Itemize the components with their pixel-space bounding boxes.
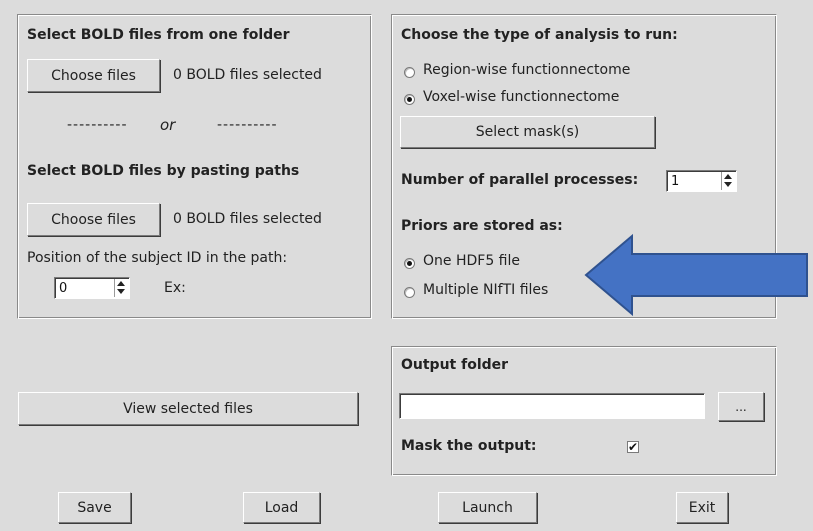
save-button[interactable]: Save — [58, 492, 131, 523]
parallel-processes-value: 1 — [671, 173, 680, 189]
hdf5-radio[interactable] — [404, 258, 415, 269]
launch-button[interactable]: Launch — [438, 492, 537, 523]
spin-down-icon[interactable] — [117, 289, 125, 294]
parallel-processes-spinbox[interactable]: 1 — [666, 170, 737, 192]
voxel-wise-radio[interactable] — [404, 94, 415, 105]
view-selected-files-button[interactable]: View selected files — [18, 392, 358, 425]
annotation-arrow-icon — [584, 233, 808, 317]
separator-left: ---------- — [67, 117, 128, 133]
parallel-spin-arrows[interactable] — [721, 172, 734, 190]
mask-output-label: Mask the output: — [401, 438, 537, 454]
output-folder-title: Output folder — [401, 357, 509, 373]
files-selected-count-paths: 0 BOLD files selected — [173, 211, 322, 227]
files-selected-count-folder: 0 BOLD files selected — [173, 67, 322, 83]
priors-storage-title: Priors are stored as: — [401, 218, 563, 234]
hdf5-label[interactable]: One HDF5 file — [423, 253, 520, 269]
subject-id-position-label: Position of the subject ID in the path: — [27, 250, 288, 266]
choose-files-folder-button[interactable]: Choose files — [27, 59, 160, 92]
select-mask-button[interactable]: Select mask(s) — [400, 116, 655, 148]
load-button[interactable]: Load — [243, 492, 320, 523]
region-wise-radio[interactable] — [404, 67, 415, 78]
output-folder-path-field[interactable] — [399, 393, 705, 419]
mask-output-checkbox[interactable]: ✔ — [627, 441, 639, 453]
section-title-paths: Select BOLD files by pasting paths — [27, 163, 300, 179]
analysis-type-title: Choose the type of analysis to run: — [401, 27, 678, 43]
subject-id-position-value: 0 — [59, 280, 68, 296]
voxel-wise-label[interactable]: Voxel-wise functionnectome — [423, 89, 619, 105]
section-title-folder: Select BOLD files from one folder — [27, 27, 290, 43]
choose-files-paths-button[interactable]: Choose files — [27, 203, 160, 236]
separator-right: ---------- — [217, 117, 278, 133]
separator-or: or — [160, 116, 176, 134]
subject-id-example-label: Ex: — [164, 280, 186, 296]
nifti-label[interactable]: Multiple NIfTI files — [423, 282, 548, 298]
subject-id-spin-arrows[interactable] — [114, 279, 127, 297]
region-wise-label[interactable]: Region-wise functionnectome — [423, 62, 630, 78]
subject-id-position-spinbox[interactable]: 0 — [54, 277, 130, 299]
spin-down-icon[interactable] — [724, 182, 732, 187]
exit-button[interactable]: Exit — [676, 492, 728, 523]
spin-up-icon[interactable] — [117, 281, 125, 286]
parallel-processes-label: Number of parallel processes: — [401, 172, 639, 188]
nifti-radio[interactable] — [404, 287, 415, 298]
browse-output-folder-button[interactable]: ... — [718, 392, 764, 421]
spin-up-icon[interactable] — [724, 174, 732, 179]
